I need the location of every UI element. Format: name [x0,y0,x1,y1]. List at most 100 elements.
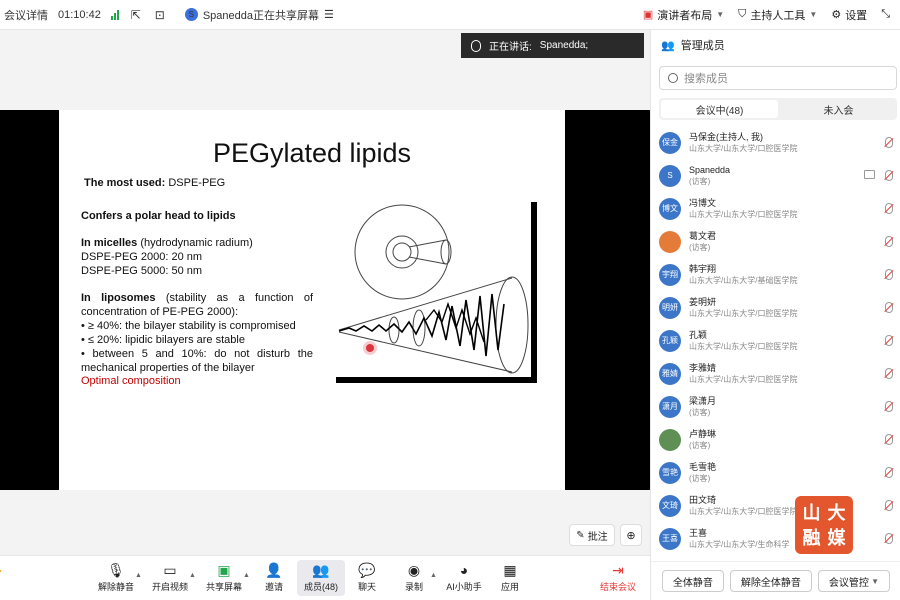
pointer-indicator [366,344,374,352]
layout-button[interactable]: ▣ 演讲者布局 ▼ [643,7,724,23]
panel-title: 管理成员 [680,40,725,52]
mic-muted-icon: 🎙 [107,561,125,578]
member-row[interactable]: 文琦 田文琦 山东大学/山东大学/口腔医学院 [651,489,900,522]
members-button[interactable]: 👥 成员(48) [297,560,345,596]
meeting-control-button[interactable]: 会议管控 ▼ [817,570,891,592]
member-affiliation: 山东大学/山东大学/口腔医学院 [689,374,798,384]
mic-muted-icon[interactable] [885,236,893,247]
video-button[interactable]: ▭ 开启视频 [146,560,194,593]
camera-off-icon: ▭ [163,561,177,578]
translate-icon[interactable]: ⊡ [153,8,167,22]
mic-muted-icon[interactable] [885,434,893,445]
avatar: 孔颖 [659,329,681,352]
chat-button[interactable]: 💬 聊天 [343,560,391,593]
member-row[interactable]: 博文 冯博文 山东大学/山东大学/口腔医学院 [651,192,900,225]
most-used-label: The most used: [84,177,166,189]
speaking-indicator: 正在讲话: Spanedda; [461,33,644,58]
fullscreen-icon[interactable]: ⤡ [881,8,890,21]
mic-muted-icon[interactable] [885,137,893,148]
member-row[interactable]: 宇翔 韩宇翔 山东大学/山东大学/基础医学院 [651,258,900,291]
ai-assistant-icon: ◕ [459,562,469,578]
mic-muted-icon[interactable] [885,500,893,511]
mic-muted-icon[interactable] [885,368,893,379]
member-affiliation: (访客) [689,242,711,252]
meeting-details-link[interactable]: 会议详情 [4,7,48,23]
member-row[interactable]: 保金 马保金(主持人, 我) 山东大学/山东大学/口腔医学院 [651,126,900,159]
member-info: 毛雪艳 (访客) [689,462,716,484]
record-label: 录制 [404,582,423,592]
top-bar: 会议详情 01:10:42 ⇱ ⊡ S Spanedda正在共享屏幕 ☰ ▣ 演… [0,0,900,30]
members-label: 成员(48) [303,582,338,592]
avatar: S [659,164,681,187]
member-row[interactable]: 雅婧 李雅婧 山东大学/山东大学/口腔医学院 [651,357,900,390]
popout-icon[interactable]: ⇱ [129,8,143,22]
ai-assistant-button[interactable]: ◕ AI小助手 [440,560,488,593]
meeting-timer: 01:10:42 [58,8,101,21]
member-name: 冯博文 [689,197,717,208]
tab-not-joined[interactable]: 未入会 [780,98,897,120]
member-row[interactable]: 卢静琳 (访客) [651,423,900,456]
chevron-up-icon[interactable]: ▲ [243,572,250,579]
unmute-all-button[interactable]: 解除全体静音 [729,570,812,592]
member-search-input[interactable]: 搜索成员 [659,66,897,90]
member-info: 孔颖 山东大学/山东大学/口腔医学院 [689,330,797,352]
mic-muted-icon[interactable] [885,335,893,346]
unmute-button[interactable]: 🎙 解除静音 [92,560,140,593]
hand-raise-button[interactable]: ✋ [0,560,12,580]
zoom-icon[interactable]: ⊕ [620,524,642,546]
mic-muted-icon[interactable] [885,401,893,412]
member-name: 田文琦 [689,494,717,505]
member-info: 马保金(主持人, 我) 山东大学/山东大学/口腔医学院 [689,132,797,154]
end-meeting-button[interactable]: ⇥ 结束会议 [594,560,642,593]
member-row[interactable]: 王喜 王喜 山东大学/山东大学/生命科学 [651,522,900,555]
chat-label: 聊天 [357,582,376,592]
member-affiliation: 山东大学/山东大学/基础医学院 [689,275,798,285]
avatar: 潇月 [659,395,681,418]
member-row[interactable]: 明妍 姜明妍 山东大学/山东大学/口腔医学院 [651,291,900,324]
menu-lines-icon[interactable]: ☰ [324,8,334,21]
sharing-indicator[interactable]: S Spanedda正在共享屏幕 ☰ [184,7,334,23]
panel-footer: 全体静音 解除全体静音 会议管控 ▼ [651,561,900,600]
member-row[interactable]: S Spanedda (访客) [651,159,900,192]
mic-muted-icon[interactable] [885,533,893,544]
member-affiliation: (访客) [689,440,711,450]
annotate-button[interactable]: ✎ 批注 [569,524,615,546]
member-list: 保金 马保金(主持人, 我) 山东大学/山东大学/口腔医学院 S Spanedda (访客… [651,126,900,555]
members-icon: 👥 [312,561,330,578]
end-meeting-label: 结束会议 [599,582,636,592]
chevron-up-icon[interactable]: ▲ [430,572,437,579]
settings-button[interactable]: ⚙ 设置 [831,7,867,23]
host-tools-button[interactable]: ⛉ 主持人工具 ▼ [738,7,817,23]
host-tools-label: 主持人工具 [750,9,806,22]
invite-button[interactable]: 👤 邀请 [250,560,298,593]
screen-share-icon [864,170,875,179]
member-row[interactable]: 孔颖 孔颖 山东大学/山东大学/口腔医学院 [651,324,900,357]
member-row[interactable]: 潇月 梁潇月 (访客) [651,390,900,423]
mic-muted-icon[interactable] [885,467,893,478]
mic-muted-icon[interactable] [885,170,893,181]
mic-icon [471,39,481,52]
tab-in-meeting[interactable]: 会议中(48) [661,100,778,118]
liposomes-label: In liposomes [81,292,156,304]
sharing-text: Spanedda正在共享屏幕 [202,9,319,22]
mic-muted-icon[interactable] [885,269,893,280]
member-row[interactable]: 葛文君 (访客) [651,225,900,258]
bullet-3: • between 5 and 10%: do not disturb the … [81,348,313,374]
micelles-label: In micelles [81,237,138,249]
share-screen-button[interactable]: ▣ 共享屏幕 [200,560,248,593]
avatar: 王喜 [659,527,681,550]
chat-icon: 💬 [358,561,376,578]
chevron-up-icon[interactable]: ▲ [189,572,196,579]
member-affiliation: (访客) [689,176,711,186]
pegylated-liposome-diagram [336,202,537,383]
mic-muted-icon[interactable] [885,302,893,313]
chevron-up-icon[interactable]: ▲ [135,572,142,579]
signal-icon[interactable] [110,9,119,20]
mute-all-button[interactable]: 全体静音 [661,570,724,592]
apps-button[interactable]: ▦ 应用 [486,560,534,593]
member-row[interactable]: 雪艳 毛雪艳 (访客) [651,456,900,489]
search-placeholder: 搜索成员 [684,73,728,85]
member-name: 梁潇月 [689,395,717,406]
logo-char: 山 [802,502,821,523]
mic-muted-icon[interactable] [885,203,893,214]
